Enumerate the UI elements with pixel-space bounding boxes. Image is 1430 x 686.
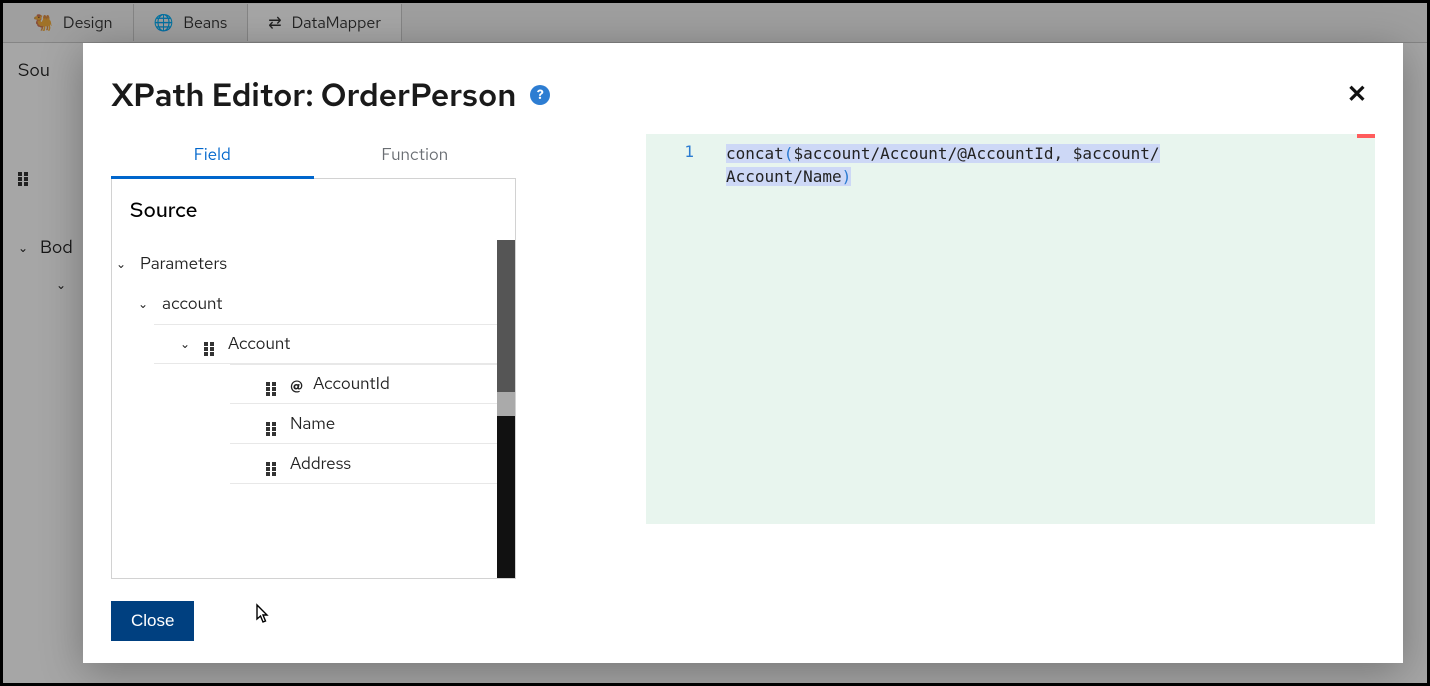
- tree-label: account: [162, 293, 223, 315]
- code-gutter: 1: [646, 134, 706, 524]
- attribute-icon: @: [290, 374, 303, 395]
- tab-field[interactable]: Field: [111, 134, 314, 179]
- tree-scrollbar[interactable]: [497, 240, 515, 578]
- grip-icon[interactable]: [204, 342, 218, 346]
- tree-node-account-var[interactable]: ⌄ account: [112, 284, 497, 324]
- grip-icon[interactable]: [266, 462, 280, 466]
- code-token-arg: $account/Account/@AccountId: [793, 144, 1053, 163]
- tree-label: AccountId: [313, 373, 390, 395]
- tree-node-parameters[interactable]: ⌄ Parameters: [112, 244, 497, 284]
- tree-node-accountid[interactable]: @ AccountId: [230, 364, 497, 404]
- chevron-down-icon: ⌄: [116, 256, 130, 272]
- source-heading: Source: [112, 179, 515, 240]
- xpath-editor-modal: XPath Editor: OrderPerson ? ✕ Field Func…: [83, 43, 1403, 663]
- tree-label: Address: [290, 453, 351, 475]
- code-token-fn: concat: [726, 144, 784, 163]
- close-icon[interactable]: ✕: [1339, 75, 1375, 114]
- line-number: 1: [646, 142, 694, 161]
- code-token-arg: $account/: [1073, 144, 1160, 163]
- code-content[interactable]: concat($account/Account/@AccountId, $acc…: [726, 142, 1375, 188]
- tree-node-name[interactable]: Name: [230, 404, 497, 444]
- help-icon[interactable]: ?: [530, 85, 550, 105]
- modal-footer: Close: [111, 601, 1375, 641]
- tree-label: Parameters: [140, 253, 227, 275]
- tree-node-account[interactable]: ⌄ Account: [154, 324, 497, 364]
- error-marker: [1357, 134, 1375, 138]
- tree-node-address[interactable]: Address: [230, 444, 497, 484]
- chevron-down-icon: ⌄: [180, 336, 194, 352]
- modal-title: XPath Editor: OrderPerson: [111, 73, 516, 116]
- tree-label: Name: [290, 413, 335, 435]
- source-tree: ⌄ Parameters ⌄ account ⌄ Account: [112, 240, 497, 488]
- code-token-paren: (: [784, 144, 794, 163]
- grip-icon[interactable]: [266, 422, 280, 426]
- code-editor[interactable]: 1 concat($account/Account/@AccountId, $a…: [646, 134, 1375, 524]
- tab-function[interactable]: Function: [314, 134, 517, 178]
- code-token-comma: ,: [1054, 144, 1073, 163]
- modal-header: XPath Editor: OrderPerson ? ✕: [111, 73, 1375, 116]
- source-panel: Field Function Source ⌄ Parameters ⌄ acc…: [111, 134, 516, 579]
- code-token-arg: Account/Name: [726, 167, 842, 186]
- chevron-down-icon: ⌄: [138, 296, 152, 312]
- panel-tabs: Field Function: [111, 134, 516, 179]
- close-button[interactable]: Close: [111, 601, 194, 641]
- grip-icon[interactable]: [266, 382, 280, 386]
- code-token-paren: ): [842, 167, 852, 186]
- tree-label: Account: [228, 333, 290, 355]
